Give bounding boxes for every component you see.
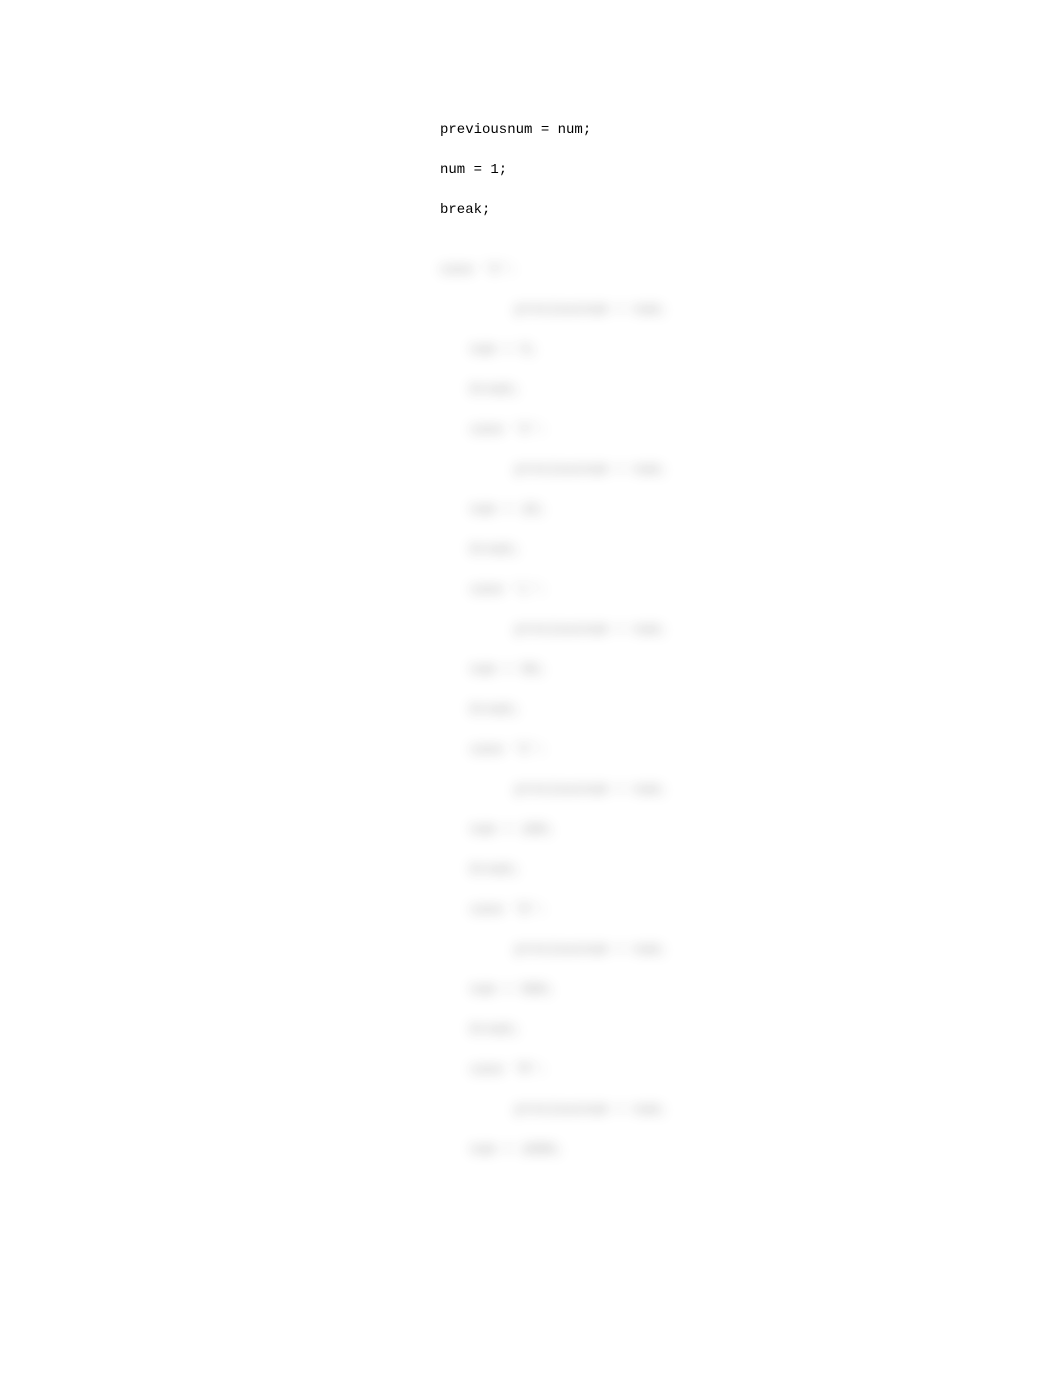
blurred-line: previousnum = num; xyxy=(440,770,1062,810)
blurred-line: num = 50; xyxy=(440,650,1062,690)
code-line: break; xyxy=(440,190,1062,230)
blurred-line: num = 500; xyxy=(440,970,1062,1010)
blurred-line: case 'X': xyxy=(440,250,1062,290)
blurred-line: case 'D': xyxy=(440,890,1062,930)
blurred-line: previousnum = num; xyxy=(440,610,1062,650)
blurred-line: break; xyxy=(440,690,1062,730)
blurred-line: previousnum = num; xyxy=(440,930,1062,970)
blurred-line: previousnum = num; xyxy=(440,450,1062,490)
blurred-line: num = 1000; xyxy=(440,1130,1062,1170)
code-line: previousnum = num; xyxy=(440,110,1062,150)
code-block: previousnum = num; num = 1; break; xyxy=(440,110,1062,230)
blurred-line: num = 100; xyxy=(440,810,1062,850)
blurred-line: case 'X': xyxy=(440,410,1062,450)
blurred-line: case 'M': xyxy=(440,1050,1062,1090)
code-line: num = 1; xyxy=(440,150,1062,190)
blurred-line: break; xyxy=(440,370,1062,410)
blurred-line: break; xyxy=(440,530,1062,570)
blurred-code-block: case 'X': previousnum = num; num = 5; br… xyxy=(440,250,1062,1170)
blurred-line: num = 5; xyxy=(440,330,1062,370)
blurred-line: break; xyxy=(440,850,1062,890)
blurred-line: case 'L': xyxy=(440,570,1062,610)
blurred-line: case 'C': xyxy=(440,730,1062,770)
blurred-line: break; xyxy=(440,1010,1062,1050)
blurred-line: num = 10; xyxy=(440,490,1062,530)
blurred-line: previousnum = num; xyxy=(440,1090,1062,1130)
blurred-line: previousnum = num; xyxy=(440,290,1062,330)
